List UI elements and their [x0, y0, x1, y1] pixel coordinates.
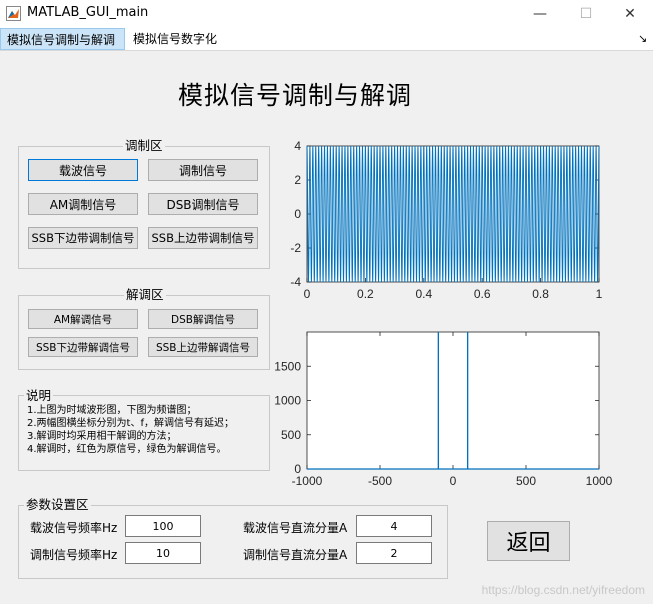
y-tick-label: 500: [281, 428, 301, 442]
x-tick-label: -1000: [292, 474, 323, 488]
frequency-spectrum-chart: -1000 -500 0 500 1000 0 500 1000 1500: [274, 331, 613, 488]
x-tick-label: -500: [368, 474, 392, 488]
x-tick-label: 0.4: [415, 287, 432, 301]
y-tick-label: 1500: [274, 359, 301, 373]
time-domain-chart: 0 0.2 0.4 0.6 0.8 1 -4 -2 0 2 4: [290, 139, 602, 301]
x-tick-label: 0.2: [357, 287, 374, 301]
y-tick-label: 4: [294, 139, 301, 153]
x-tick-label: 500: [516, 474, 536, 488]
x-tick-label: 1: [596, 287, 603, 301]
y-tick-label: 1000: [274, 394, 301, 408]
watermark: https://blog.csdn.net/yifreedom: [481, 583, 645, 597]
y-tick-label: 2: [294, 173, 301, 187]
y-tick-label: 0: [294, 207, 301, 221]
y-tick-label: -4: [290, 275, 301, 289]
plot-area: [306, 331, 600, 470]
x-tick-label: 0.8: [532, 287, 549, 301]
x-tick-label: 0: [450, 474, 457, 488]
x-tick-label: 0.6: [474, 287, 491, 301]
x-tick-label: 1000: [586, 474, 613, 488]
y-tick-label: -2: [290, 241, 301, 255]
y-tick-label: 0: [294, 462, 301, 476]
x-tick-label: 0: [304, 287, 311, 301]
charts-layer: 0 0.2 0.4 0.6 0.8 1 -4 -2 0 2 4 -1000 -500 0 500 1000 0…: [274, 139, 613, 488]
